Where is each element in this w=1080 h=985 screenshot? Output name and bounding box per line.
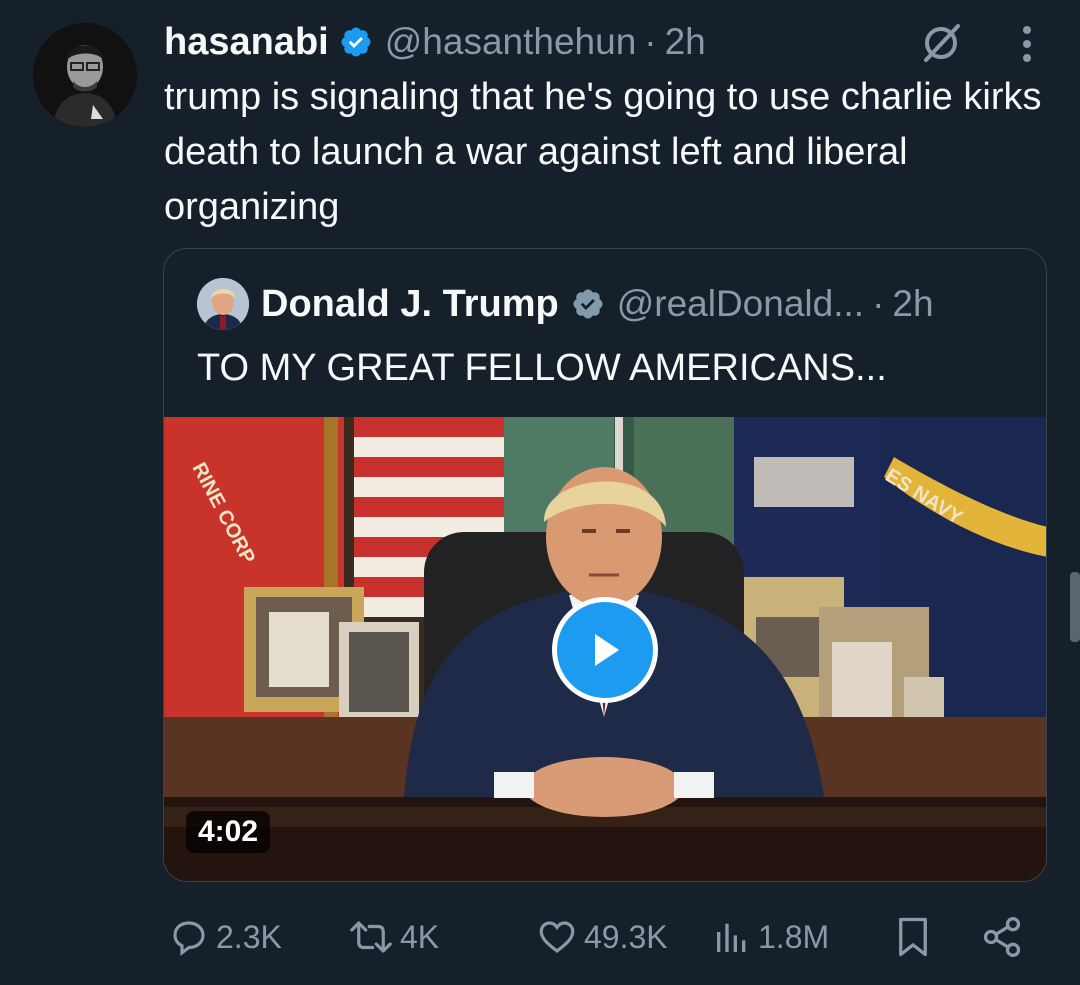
grok-icon[interactable] — [918, 20, 964, 66]
play-icon — [595, 634, 619, 666]
tweet-text: trump is signaling that he's going to us… — [164, 76, 1042, 228]
bookmark-button[interactable] — [892, 904, 934, 970]
action-bar: 2.3K 4K 49.3K 1.8M — [0, 904, 1080, 970]
reply-button[interactable]: 2.3K — [168, 904, 282, 970]
video-player[interactable]: RINE CORP ES NAVY 4:02 — [164, 417, 1046, 881]
quoted-tweet-time[interactable]: 2h — [892, 283, 933, 325]
tweet-header: hasanabi @hasanthehun · 2h — [164, 14, 706, 70]
play-button[interactable] — [552, 597, 658, 703]
author-avatar[interactable] — [33, 23, 137, 127]
verified-badge-icon — [573, 289, 603, 319]
repost-icon — [350, 921, 392, 953]
quoted-tweet-text: TO MY GREAT FELLOW AMERICANS... — [197, 347, 887, 389]
quoted-author-name[interactable]: Donald J. Trump — [261, 283, 559, 326]
tweet[interactable]: hasanabi @hasanthehun · 2h trump is sign… — [0, 0, 1080, 985]
reply-count: 2.3K — [216, 918, 282, 955]
author-handle[interactable]: @hasanthehun — [385, 21, 637, 63]
author-name[interactable]: hasanabi — [164, 21, 329, 64]
share-icon — [983, 917, 1021, 957]
share-button[interactable] — [980, 904, 1024, 970]
verified-badge-icon — [341, 27, 371, 57]
more-vertical-icon[interactable] — [1010, 22, 1044, 66]
separator-dot: · — [644, 21, 657, 62]
like-count: 49.3K — [584, 918, 668, 955]
repost-count: 4K — [400, 918, 440, 955]
heart-icon — [539, 921, 575, 953]
quoted-author-avatar[interactable] — [197, 278, 249, 330]
view-count: 1.8M — [758, 918, 830, 955]
reply-icon — [173, 921, 205, 956]
tweet-time[interactable]: 2h — [665, 21, 706, 63]
video-duration: 4:02 — [186, 811, 271, 853]
quoted-tweet-header: Donald J. Trump @realDonald... · 2h — [197, 275, 934, 333]
repost-button[interactable]: 4K — [348, 904, 439, 970]
like-button[interactable]: 49.3K — [536, 904, 668, 970]
quoted-author-handle[interactable]: @realDonald... — [617, 283, 864, 325]
views-icon — [717, 923, 746, 952]
quoted-tweet[interactable]: Donald J. Trump @realDonald... · 2h TO M… — [163, 248, 1047, 882]
bookmark-icon — [899, 917, 927, 957]
separator-dot: · — [872, 283, 885, 324]
views-button[interactable]: 1.8M — [712, 904, 829, 970]
scrollbar-thumb[interactable] — [1070, 572, 1080, 642]
